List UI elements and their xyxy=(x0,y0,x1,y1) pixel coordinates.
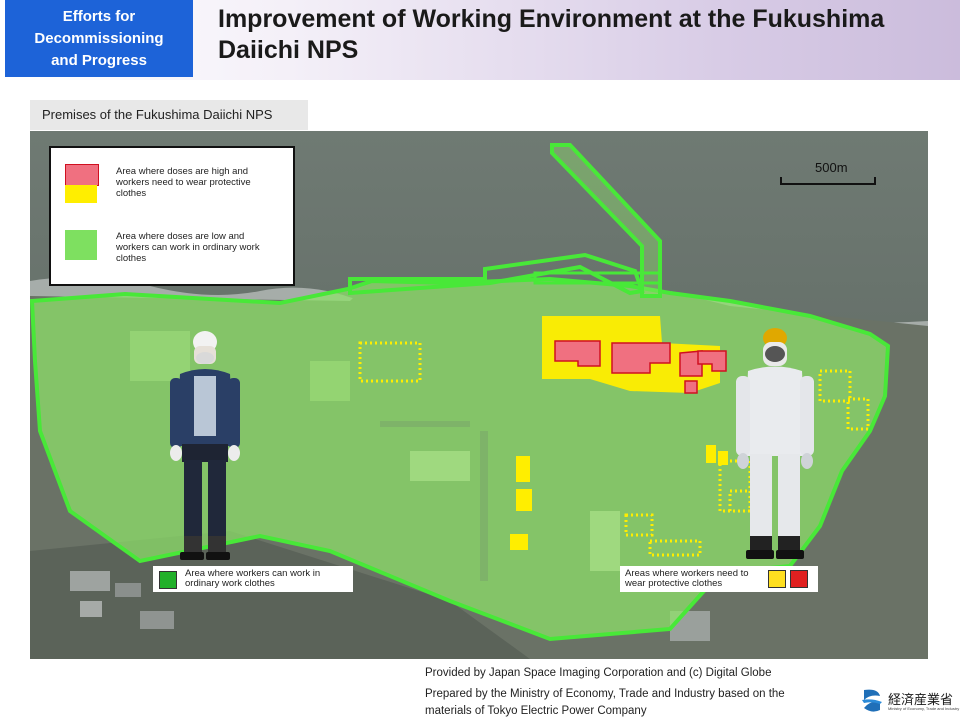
scale-label: 500m xyxy=(815,160,848,175)
legend-red-swatch xyxy=(65,164,99,186)
legend-yellow-swatch xyxy=(65,185,97,203)
meti-logo-icon xyxy=(862,689,882,712)
protective-red-swatch xyxy=(790,570,808,588)
credit-line-1: Provided by Japan Space Imaging Corporat… xyxy=(425,667,772,679)
worker-ordinary-clothes xyxy=(170,331,240,560)
map-legend: Area where doses are high and workers ne… xyxy=(49,146,295,286)
credit-line-2: Prepared by the Ministry of Economy, Tra… xyxy=(425,688,785,700)
section-badge-text: Efforts for Decommissioning and Progress xyxy=(34,7,164,69)
scale-bracket xyxy=(780,177,876,185)
meti-logo-subtext: Ministry of Economy, Trade and Industry xyxy=(888,706,960,711)
header-bar: Efforts for Decommissioning and Progress… xyxy=(0,0,960,80)
legend-high-dose-text: Area where doses are high and workers ne… xyxy=(116,166,251,199)
ordinary-area-text: Area where workers can work in ordinary … xyxy=(185,568,321,589)
protective-area-label: Areas where workers need to wear protect… xyxy=(620,566,818,592)
premises-label: Premises of the Fukushima Daiichi NPS xyxy=(30,100,308,130)
ordinary-area-swatch xyxy=(159,571,177,589)
site-map: Area where doses are high and workers ne… xyxy=(30,131,928,659)
protective-yellow-swatch xyxy=(768,570,786,588)
legend-low-dose-text: Area where doses are low and workers can… xyxy=(116,231,260,264)
credit-line-3: materials of Tokyo Electric Power Compan… xyxy=(425,705,647,717)
section-badge: Efforts for Decommissioning and Progress xyxy=(5,0,193,77)
protective-area-text: Areas where workers need to wear protect… xyxy=(625,568,749,589)
ordinary-area-label: Area where workers can work in ordinary … xyxy=(153,566,353,592)
scale-bar: 500m xyxy=(780,159,880,189)
page-title: Improvement of Working Environment at th… xyxy=(218,5,885,64)
legend-green-swatch xyxy=(65,230,97,260)
worker-protective-clothes xyxy=(736,328,814,559)
meti-logo: 経済産業省 Ministry of Economy, Trade and Ind… xyxy=(860,688,960,716)
